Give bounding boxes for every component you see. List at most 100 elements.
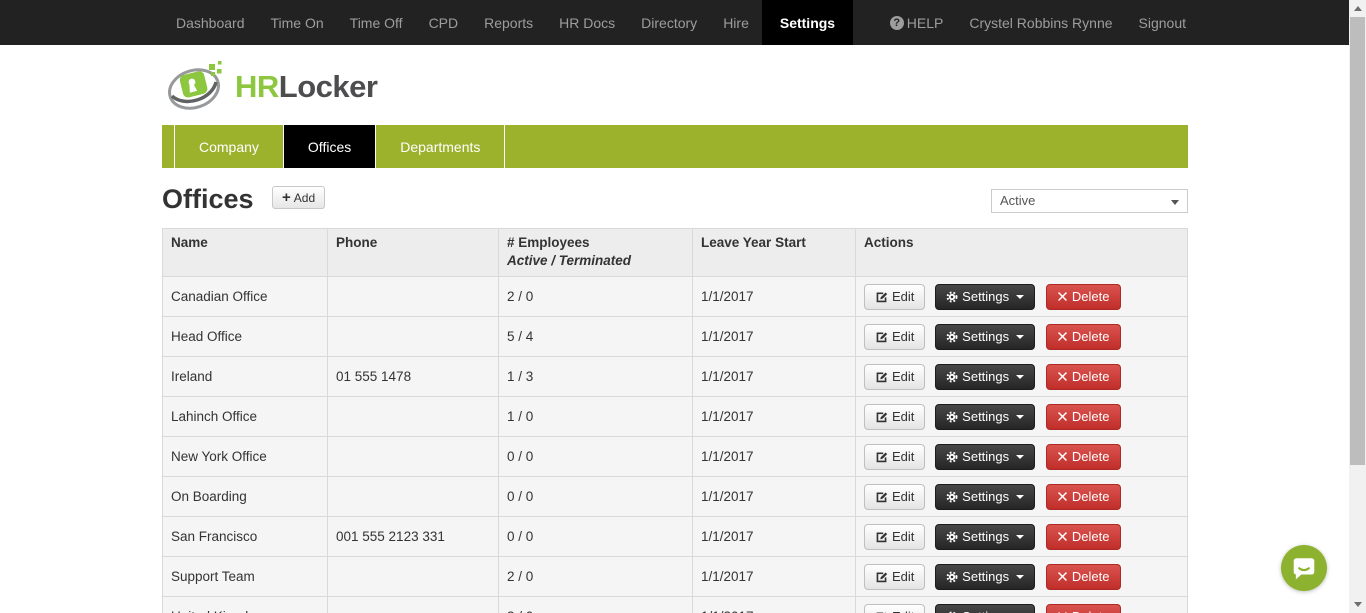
office-leave-year-cell: 1/1/2017	[693, 437, 856, 477]
x-icon	[1057, 331, 1068, 342]
question-mark-icon: ?	[890, 16, 904, 30]
delete-button[interactable]: Delete	[1046, 364, 1121, 390]
caret-down-icon	[1016, 335, 1024, 339]
office-phone-cell	[328, 477, 499, 517]
office-name-cell: United Kingdom	[163, 597, 328, 613]
gear-icon	[946, 531, 958, 543]
nav-item-dashboard[interactable]: Dashboard	[163, 0, 258, 45]
office-leave-year-cell: 1/1/2017	[693, 357, 856, 397]
caret-down-icon	[1016, 375, 1024, 379]
delete-button[interactable]: Delete	[1046, 324, 1121, 350]
add-office-button[interactable]: + Add	[272, 186, 325, 209]
office-name-cell: Support Team	[163, 557, 328, 597]
settings-dropdown-button[interactable]: Settings	[935, 444, 1035, 470]
col-header-employees: # EmployeesActive / Terminated	[499, 229, 693, 277]
settings-dropdown-button[interactable]: Settings	[935, 324, 1035, 350]
nav-item-time-off[interactable]: Time Off	[337, 0, 416, 45]
gear-icon	[946, 491, 958, 503]
caret-down-icon	[1016, 495, 1024, 499]
scroll-up-button[interactable]	[1349, 0, 1366, 17]
office-phone-cell	[328, 317, 499, 357]
hrlocker-logo[interactable]: HRLocker	[165, 60, 377, 114]
col-header-phone: Phone	[328, 229, 499, 277]
x-icon	[1057, 291, 1068, 302]
edit-button[interactable]: Edit	[864, 404, 925, 430]
scroll-down-button[interactable]	[1349, 596, 1366, 613]
edit-button[interactable]: Edit	[864, 484, 925, 510]
nav-item-reports[interactable]: Reports	[471, 0, 546, 45]
vertical-scrollbar[interactable]	[1349, 0, 1366, 613]
delete-button[interactable]: Delete	[1046, 564, 1121, 590]
help-link[interactable]: ? HELP	[877, 0, 957, 45]
edit-icon	[875, 290, 888, 303]
nav-item-hire[interactable]: Hire	[710, 0, 762, 45]
chat-launcher-button[interactable]	[1281, 545, 1327, 591]
caret-down-icon	[1016, 295, 1024, 299]
scrollbar-thumb[interactable]	[1350, 17, 1365, 465]
edit-button[interactable]: Edit	[864, 564, 925, 590]
status-filter-value: Active	[1000, 193, 1035, 208]
add-label: Add	[294, 191, 315, 205]
settings-dropdown-button[interactable]: Settings	[935, 484, 1035, 510]
office-leave-year-cell: 1/1/2017	[693, 397, 856, 437]
office-actions-cell: Edit Settings	[856, 317, 1188, 357]
top-nav-links: Dashboard Time On Time Off CPD Reports H…	[163, 0, 853, 45]
table-row: San Francisco 001 555 2123 331 0 / 0 1/1…	[163, 517, 1188, 557]
edit-icon	[875, 450, 888, 463]
delete-button[interactable]: Delete	[1046, 404, 1121, 430]
table-header-row: Name Phone # EmployeesActive / Terminate…	[163, 229, 1188, 277]
edit-icon	[875, 370, 888, 383]
nav-item-cpd[interactable]: CPD	[416, 0, 472, 45]
edit-button[interactable]: Edit	[864, 604, 925, 613]
settings-subnav: Company Offices Departments	[162, 125, 1188, 168]
edit-button[interactable]: Edit	[864, 324, 925, 350]
delete-button[interactable]: Delete	[1046, 284, 1121, 310]
office-phone-cell	[328, 437, 499, 477]
office-employees-cell: 1 / 0	[499, 397, 693, 437]
office-actions-cell: Edit Settings	[856, 517, 1188, 557]
status-filter-select[interactable]: Active	[991, 189, 1188, 213]
gear-icon	[946, 371, 958, 383]
settings-dropdown-button[interactable]: Settings	[935, 524, 1035, 550]
nav-item-settings[interactable]: Settings	[762, 0, 853, 45]
settings-dropdown-button[interactable]: Settings	[935, 284, 1035, 310]
x-icon	[1057, 411, 1068, 422]
table-row: United Kingdom 3 / 0 1/1/2017 Edit	[163, 597, 1188, 613]
office-name-cell: New York Office	[163, 437, 328, 477]
tab-company[interactable]: Company	[175, 125, 284, 168]
page: Dashboard Time On Time Off CPD Reports H…	[0, 0, 1366, 613]
x-icon	[1057, 491, 1068, 502]
signout-link[interactable]: Signout	[1126, 0, 1199, 45]
delete-button[interactable]: Delete	[1046, 604, 1121, 613]
edit-button[interactable]: Edit	[864, 524, 925, 550]
delete-button[interactable]: Delete	[1046, 484, 1121, 510]
settings-dropdown-button[interactable]: Settings	[935, 564, 1035, 590]
delete-button[interactable]: Delete	[1046, 524, 1121, 550]
tab-departments[interactable]: Departments	[376, 125, 505, 168]
settings-dropdown-button[interactable]: Settings	[935, 404, 1035, 430]
settings-dropdown-button[interactable]: Settings	[935, 364, 1035, 390]
office-employees-cell: 2 / 0	[499, 277, 693, 317]
user-menu[interactable]: Crystel Robbins Rynne	[956, 0, 1125, 45]
help-label: HELP	[907, 15, 944, 31]
edit-icon	[875, 570, 888, 583]
edit-icon	[875, 330, 888, 343]
tab-offices[interactable]: Offices	[284, 125, 376, 168]
office-employees-cell: 0 / 0	[499, 437, 693, 477]
table-row: Head Office 5 / 4 1/1/2017 Edit	[163, 317, 1188, 357]
edit-button[interactable]: Edit	[864, 284, 925, 310]
office-phone-cell	[328, 597, 499, 613]
edit-button[interactable]: Edit	[864, 444, 925, 470]
nav-item-directory[interactable]: Directory	[628, 0, 710, 45]
nav-item-hr-docs[interactable]: HR Docs	[546, 0, 628, 45]
table-row: Canadian Office 2 / 0 1/1/2017 Edit	[163, 277, 1188, 317]
edit-button[interactable]: Edit	[864, 364, 925, 390]
settings-dropdown-button[interactable]: Settings	[935, 604, 1035, 613]
col-header-leave-year: Leave Year Start	[693, 229, 856, 277]
hrlocker-logo-icon	[165, 60, 229, 114]
caret-down-icon	[1016, 575, 1024, 579]
delete-button[interactable]: Delete	[1046, 444, 1121, 470]
nav-item-time-on[interactable]: Time On	[258, 0, 337, 45]
table-row: New York Office 0 / 0 1/1/2017 Edit	[163, 437, 1188, 477]
office-employees-cell: 0 / 0	[499, 477, 693, 517]
